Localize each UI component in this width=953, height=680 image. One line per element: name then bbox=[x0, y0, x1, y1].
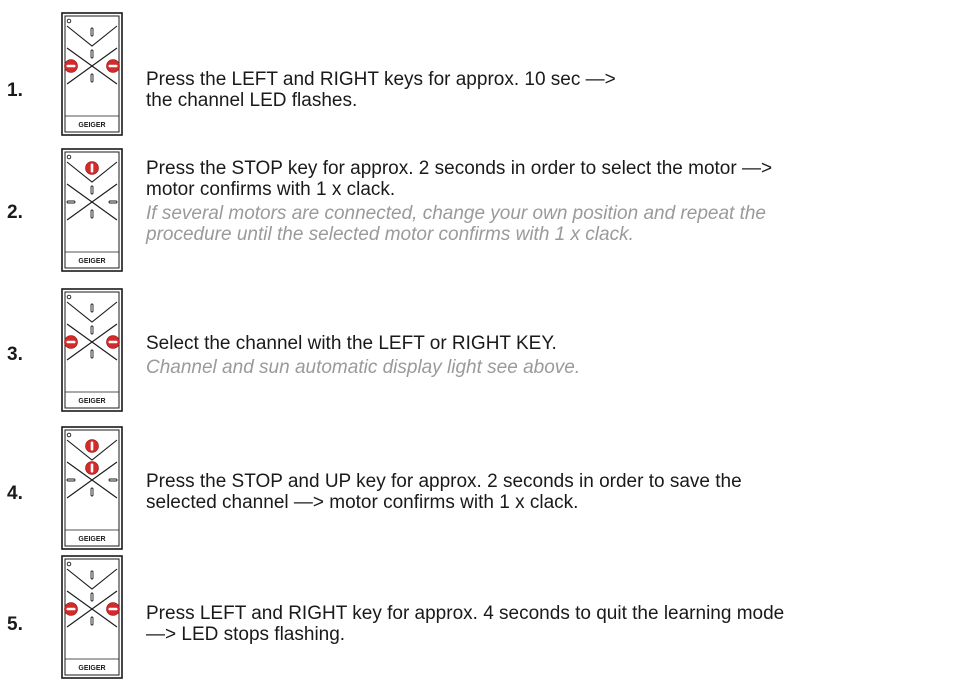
brand-logo-text: GEIGER bbox=[78, 398, 105, 405]
instruction-line: the channel LED flashes. bbox=[146, 90, 358, 111]
remote-drawing: GEIGER bbox=[61, 555, 123, 679]
up-key-pressed-mark bbox=[90, 441, 94, 451]
note-line: If several motors are connected, change … bbox=[146, 203, 766, 224]
remote-drawing: GEIGER bbox=[61, 148, 123, 272]
right-key-pressed-mark bbox=[108, 340, 118, 344]
stop-key-pressed-mark bbox=[90, 463, 94, 473]
brand-logo-text: GEIGER bbox=[78, 258, 105, 265]
step-number: 4. bbox=[7, 483, 23, 504]
step-3: 3. GEIGER Select the channel with the LE… bbox=[0, 288, 953, 413]
instruction-line: selected channel —> motor confirms with … bbox=[146, 492, 579, 513]
step-text: Press the STOP key for approx. 2 seconds… bbox=[146, 158, 946, 245]
right-key-pressed-mark bbox=[108, 64, 118, 68]
step-4: 4. GEIGER Press the STOP and UP key for … bbox=[0, 426, 953, 551]
remote-drawing: GEIGER bbox=[61, 288, 123, 412]
step-2: 2. GEIGER Press the STOP key for approx.… bbox=[0, 148, 953, 273]
step-text: Press the STOP and UP key for approx. 2 … bbox=[146, 471, 946, 513]
step-text: Select the channel with the LEFT or RIGH… bbox=[146, 333, 946, 378]
step-number: 3. bbox=[7, 344, 23, 365]
remote-control-icon: GEIGER bbox=[61, 426, 123, 550]
remote-drawing: GEIGER bbox=[61, 426, 123, 550]
left-key-pressed-mark bbox=[66, 64, 76, 68]
instruction-line: Press LEFT and RIGHT key for approx. 4 s… bbox=[146, 603, 785, 624]
brand-logo-text: GEIGER bbox=[78, 536, 105, 543]
step-5: 5. GEIGER Press LEFT and RIGHT key for a… bbox=[0, 555, 953, 680]
instruction-line: Press the STOP key for approx. 2 seconds… bbox=[146, 158, 773, 179]
instruction-line: —> LED stops flashing. bbox=[146, 624, 346, 645]
note-line: procedure until the selected motor confi… bbox=[146, 224, 634, 245]
instruction-line: motor confirms with 1 x clack. bbox=[146, 179, 396, 200]
right-key-pressed-mark bbox=[108, 607, 118, 611]
instruction-line: Press the LEFT and RIGHT keys for approx… bbox=[146, 69, 616, 90]
step-number: 5. bbox=[7, 614, 23, 635]
remote-control-icon: GEIGER bbox=[61, 555, 123, 679]
brand-logo-text: GEIGER bbox=[78, 122, 105, 129]
brand-logo-text: GEIGER bbox=[78, 665, 105, 672]
left-key-pressed-mark bbox=[66, 340, 76, 344]
instruction-line: Press the STOP and UP key for approx. 2 … bbox=[146, 471, 742, 492]
up-key-pressed-mark bbox=[90, 163, 94, 173]
remote-control-icon: GEIGER bbox=[61, 12, 123, 136]
step-1: 1. GEIGER Press the LEFT and RIGHT keys … bbox=[0, 12, 953, 137]
step-text: Press the LEFT and RIGHT keys for approx… bbox=[146, 69, 946, 111]
step-text: Press LEFT and RIGHT key for approx. 4 s… bbox=[146, 603, 946, 645]
step-number: 2. bbox=[7, 202, 23, 223]
remote-control-icon: GEIGER bbox=[61, 148, 123, 272]
left-key-pressed-mark bbox=[66, 607, 76, 611]
remote-control-icon: GEIGER bbox=[61, 288, 123, 412]
remote-drawing: GEIGER bbox=[61, 12, 123, 136]
step-number: 1. bbox=[7, 80, 23, 101]
note-line: Channel and sun automatic display light … bbox=[146, 357, 581, 378]
instruction-line: Select the channel with the LEFT or RIGH… bbox=[146, 333, 557, 354]
